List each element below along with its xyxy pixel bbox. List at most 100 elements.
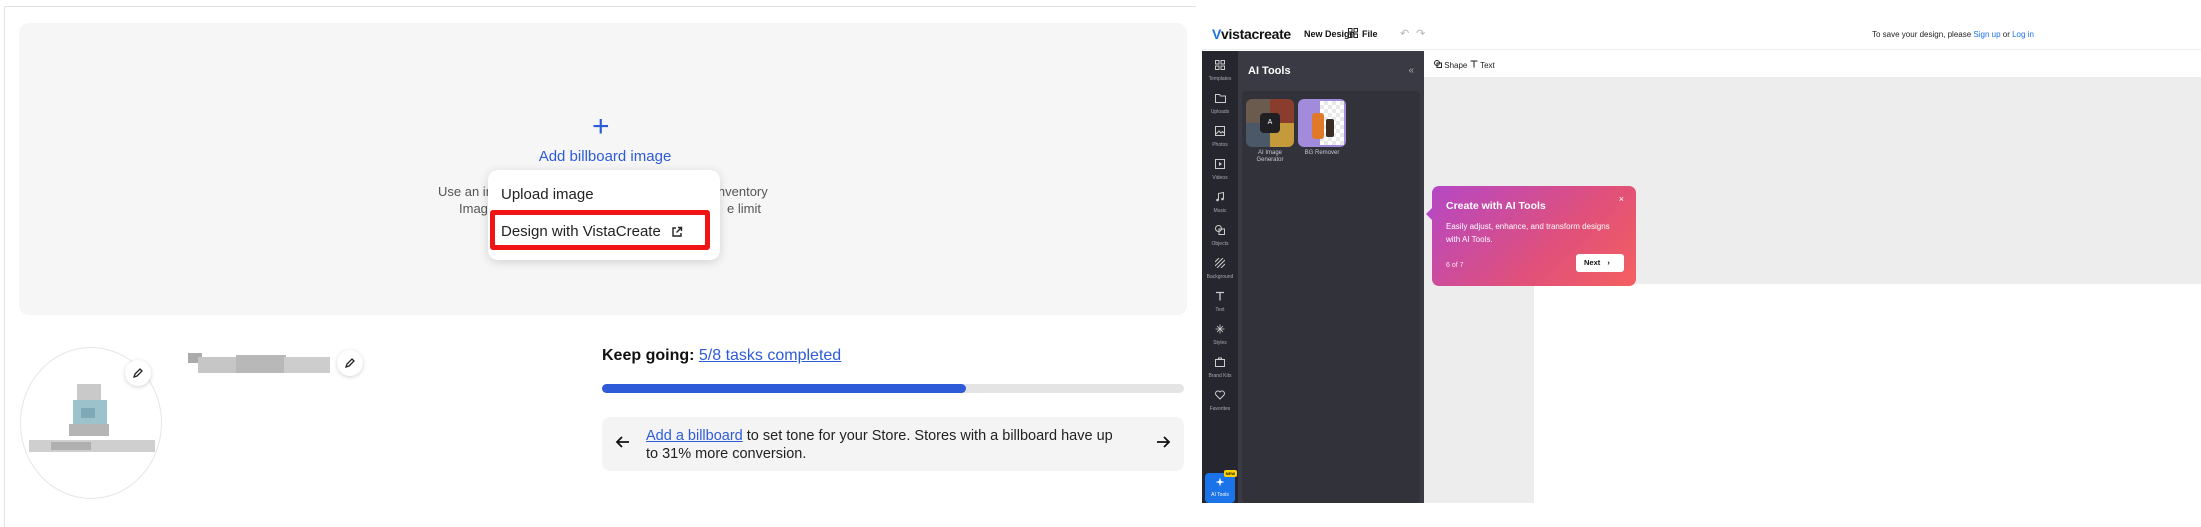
save-prompt-text: To save your design, please <box>1872 30 1974 39</box>
sign-up-link[interactable]: Sign up <box>1973 30 2000 39</box>
music-icon <box>1216 191 1224 202</box>
rail-item-favorites[interactable]: Favorites <box>1202 387 1238 412</box>
rail-label: Text <box>1215 307 1225 313</box>
rail-label: Background <box>1206 274 1234 280</box>
grid-icon <box>1215 60 1225 70</box>
onboarding-tooltip: × Create with AI Tools Easily adjust, en… <box>1426 186 1636 286</box>
rail-item-music[interactable]: Music <box>1202 189 1238 214</box>
billboard-options-menu: Upload image Design with VistaCreate <box>488 170 720 260</box>
rail-item-ai-tools[interactable]: NEW AI Tools <box>1205 470 1237 503</box>
shape-icon <box>1434 60 1442 68</box>
rail-item-uploads[interactable]: Uploads <box>1202 90 1238 115</box>
rail-item-templates[interactable]: Templates <box>1202 57 1238 82</box>
shapes-icon <box>1215 225 1225 235</box>
file-menu[interactable]: File <box>1348 28 1378 39</box>
add-plus-icon[interactable]: + <box>592 112 610 142</box>
editor-subbar: Shape Text <box>1424 51 2201 78</box>
rail-label: Favorites <box>1209 406 1231 412</box>
rail-item-brand-kits[interactable]: Brand Kits <box>1202 354 1238 379</box>
rail-item-objects[interactable]: Objects <box>1202 222 1238 247</box>
play-icon <box>1215 159 1225 169</box>
redo-icon[interactable]: ↷ <box>1416 27 1425 40</box>
rail-item-text[interactable]: Text <box>1202 288 1238 313</box>
tasks-progress-fill <box>602 384 966 393</box>
billboard-help-line2-start: Imag <box>459 201 488 216</box>
arrow-right-icon[interactable] <box>1154 433 1172 456</box>
setup-tip-card: Add a billboard to set tone for your Sto… <box>602 417 1184 471</box>
design-with-vistacreate-label: Design with VistaCreate <box>501 223 661 240</box>
pencil-icon <box>344 358 355 369</box>
rail-label: AI Tools <box>1211 492 1229 498</box>
rail-label: Styles <box>1213 340 1227 346</box>
design-with-vistacreate-option[interactable]: Design with VistaCreate <box>490 210 710 250</box>
keep-going-label: Keep going: <box>602 347 695 364</box>
add-text-button[interactable]: Text <box>1470 60 1495 70</box>
add-shape-button[interactable]: Shape <box>1434 60 1467 70</box>
editor-tool-rail: Templates Uploads Photos Videos Music Ob… <box>1202 51 1238 503</box>
rail-item-videos[interactable]: Videos <box>1202 156 1238 181</box>
apps-grid-icon <box>1348 28 1358 40</box>
rail-item-styles[interactable]: Styles <box>1202 321 1238 346</box>
rail-item-background[interactable]: Background <box>1202 255 1238 280</box>
ai-sparkle-icon <box>1215 477 1225 487</box>
rail-label: Brand Kits <box>1208 373 1232 379</box>
close-icon[interactable]: × <box>1619 194 1624 204</box>
tool-label: BG Remover <box>1304 150 1340 156</box>
screenshot-root: + Add billboard image Use an im inventor… <box>0 0 2201 527</box>
ai-image-generator-thumbnail: A <box>1246 99 1294 147</box>
billboard-help-line2-end: e limit <box>727 201 761 216</box>
tool-ai-image-generator[interactable]: A AI Image Generator <box>1246 99 1294 164</box>
setup-tip-text: Add a billboard to set tone for your Sto… <box>646 427 1126 463</box>
add-billboard-tip-link[interactable]: Add a billboard <box>646 428 743 444</box>
chevron-right-icon: › <box>1607 258 1610 267</box>
rail-label: Objects <box>1211 241 1229 247</box>
ai-tools-list: A AI Image Generator BG Remover <box>1242 91 1420 503</box>
tooltip-next-button[interactable]: Next › <box>1576 254 1624 272</box>
edit-store-name-button[interactable] <box>337 350 363 376</box>
tasks-progress-bar <box>602 384 1184 393</box>
log-in-link[interactable]: Log in <box>2012 30 2034 39</box>
add-billboard-link[interactable]: Add billboard image <box>520 148 690 165</box>
editor-canvas[interactable] <box>1424 78 2201 503</box>
rail-label: Uploads <box>1210 109 1230 115</box>
new-badge: NEW <box>1223 470 1237 477</box>
tooltip-step-counter: 6 of 7 <box>1446 262 1464 269</box>
text-icon <box>1216 291 1224 301</box>
billboard-dropzone[interactable] <box>19 23 1187 315</box>
tool-bg-remover[interactable]: BG Remover <box>1298 99 1346 157</box>
tooltip-pointer <box>1426 208 1432 220</box>
text-label: Text <box>1480 61 1495 70</box>
progress-heading: Keep going: 5/8 tasks completed <box>602 347 841 365</box>
shape-label: Shape <box>1444 61 1468 70</box>
next-label: Next <box>1584 258 1601 267</box>
tool-label: AI Image Generator <box>1256 150 1284 163</box>
rail-label: Photos <box>1212 142 1228 148</box>
panel-title: AI Tools <box>1248 65 1291 77</box>
tooltip-title: Create with AI Tools <box>1446 200 1546 212</box>
rail-label: Music <box>1213 208 1227 214</box>
image-icon <box>1215 126 1225 136</box>
heart-icon <box>1215 390 1225 400</box>
briefcase-icon <box>1215 357 1225 367</box>
folder-icon <box>1214 94 1226 103</box>
rail-label: Videos <box>1212 175 1228 181</box>
store-setup-panel: + Add billboard image Use an im inventor… <box>0 0 1200 527</box>
design-artboard[interactable] <box>1534 284 2201 503</box>
vistacreate-logo[interactable]: Vvistacreate <box>1212 26 1291 42</box>
rail-label: Templates <box>1208 76 1232 82</box>
upload-image-option[interactable]: Upload image <box>501 186 594 203</box>
store-name-blurred <box>188 353 330 375</box>
undo-icon[interactable]: ↶ <box>1400 27 1409 40</box>
ai-tools-panel: AI Tools « A AI Image Generator BG Remov… <box>1238 51 1424 503</box>
logo-text: vistacreate <box>1221 26 1291 42</box>
hatch-icon <box>1214 257 1226 269</box>
pencil-icon <box>132 368 143 379</box>
edit-avatar-button[interactable] <box>125 360 151 386</box>
sparkle-icon <box>1215 324 1225 334</box>
collapse-panel-icon[interactable]: « <box>1408 65 1414 76</box>
external-link-icon <box>671 225 683 242</box>
bg-remover-thumbnail <box>1298 99 1346 147</box>
arrow-left-icon[interactable] <box>614 433 632 456</box>
tasks-completed-link[interactable]: 5/8 tasks completed <box>699 347 841 364</box>
rail-item-photos[interactable]: Photos <box>1202 123 1238 148</box>
